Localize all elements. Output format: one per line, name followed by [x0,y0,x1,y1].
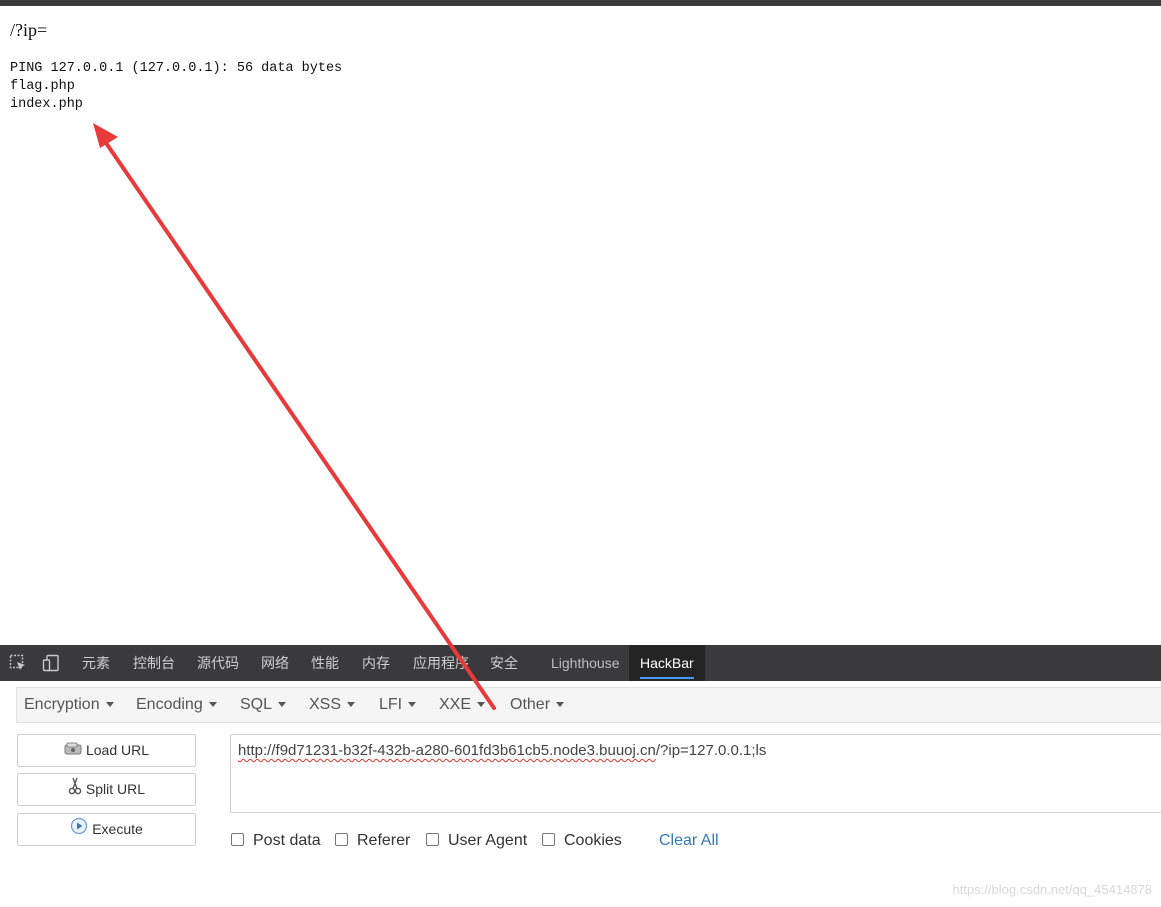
menu-encoding-label: Encoding [136,696,203,713]
load-url-label: Load URL [85,742,150,758]
menu-lfi[interactable]: LFI [379,688,417,722]
command-output: PING 127.0.0.1 (127.0.0.1): 56 data byte… [10,60,342,114]
caret-down-icon [477,702,486,708]
execute-button[interactable]: Execute [17,813,196,846]
split-url-icon [68,775,82,806]
tab-lighthouse[interactable]: Lighthouse [551,645,620,681]
tab-network[interactable]: 网络 [261,645,289,681]
menu-xxe[interactable]: XXE [439,688,486,722]
caret-down-icon [556,702,565,708]
tab-performance[interactable]: 性能 [311,645,339,681]
split-url-label: Split URL [85,781,146,797]
tab-elements[interactable]: 元素 [82,645,110,681]
split-url-button[interactable]: Split URL [17,773,196,806]
user-agent-label: User Agent [448,832,528,849]
inspect-element-icon[interactable] [9,654,27,672]
user-agent-checkbox[interactable] [426,833,439,846]
clear-all-link[interactable]: Clear All [659,831,719,851]
output-line-ping: PING 127.0.0.1 (127.0.0.1): 56 data byte… [10,61,343,76]
execute-label: Execute [92,821,143,837]
post-data-label: Post data [253,832,321,849]
page-title: /?ip= [10,20,48,40]
tab-console[interactable]: 控制台 [133,645,175,681]
post-data-checkbox[interactable] [231,833,244,846]
devtools-tabbar: 元素 控制台 源代码 网络 性能 内存 应用程序 安全 Lighthouse H… [0,645,1161,681]
referer-label: Referer [357,832,411,849]
hackbar-panel: Encryption Encoding SQL XSS LFI XXE Othe… [0,681,1161,907]
option-user-agent[interactable]: User Agent [426,831,527,851]
output-line-index: index.php [10,97,83,112]
tab-application[interactable]: 应用程序 [413,645,469,681]
device-toggle-icon[interactable] [42,654,60,672]
menu-xss[interactable]: XSS [309,688,356,722]
tab-security[interactable]: 安全 [490,645,518,681]
caret-down-icon [347,702,356,708]
referer-checkbox[interactable] [335,833,348,846]
menu-lfi-label: LFI [379,696,403,713]
watermark: https://blog.csdn.net/qq_45414878 [952,882,1153,897]
load-url-icon [64,736,82,767]
hackbar-menu: Encryption Encoding SQL XSS LFI XXE Othe… [16,687,1161,723]
menu-sql-label: SQL [240,696,273,713]
caret-down-icon [408,702,417,708]
menu-encryption[interactable]: Encryption [24,688,114,722]
menu-other-label: Other [510,696,551,713]
cookies-checkbox[interactable] [542,833,555,846]
tab-sources[interactable]: 源代码 [197,645,239,681]
caret-down-icon [208,702,217,708]
output-line-flag: flag.php [10,79,75,94]
option-post-data[interactable]: Post data [231,831,321,851]
url-query-text: /?ip=127.0.0.1;ls [655,742,767,759]
option-referer[interactable]: Referer [335,831,410,851]
tab-hackbar[interactable]: HackBar [629,645,705,681]
menu-encryption-label: Encryption [24,696,100,713]
menu-xss-label: XSS [309,696,342,713]
tab-memory[interactable]: 内存 [362,645,390,681]
url-host-text: http://f9d71231-b32f-432b-a280-601fd3b61… [238,742,656,759]
option-cookies[interactable]: Cookies [542,831,622,851]
execute-icon [70,815,88,846]
cookies-label: Cookies [564,832,622,849]
menu-encoding[interactable]: Encoding [136,688,217,722]
menu-other[interactable]: Other [510,688,565,722]
page-viewport: /?ip= PING 127.0.0.1 (127.0.0.1): 56 dat… [0,6,1161,645]
caret-down-icon [278,702,287,708]
menu-sql[interactable]: SQL [240,688,287,722]
caret-down-icon [105,702,114,708]
url-textarea[interactable]: http://f9d71231-b32f-432b-a280-601fd3b61… [230,734,1161,813]
menu-xxe-label: XXE [439,696,472,713]
load-url-button[interactable]: Load URL [17,734,196,767]
